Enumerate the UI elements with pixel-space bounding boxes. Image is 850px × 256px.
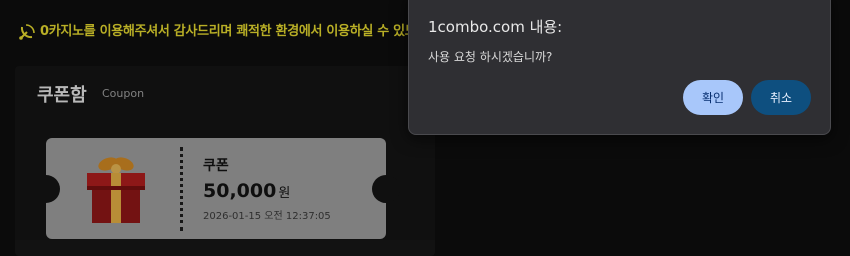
ok-button[interactable]: 확인 [683, 80, 743, 115]
dialog-title: 1combo.com 내용: [428, 18, 563, 36]
dialog-message: 사용 요청 하시겠습니까? [428, 50, 553, 64]
cancel-button[interactable]: 취소 [751, 80, 811, 115]
confirm-dialog: 1combo.com 내용: 사용 요청 하시겠습니까? 확인 취소 [408, 0, 831, 135]
